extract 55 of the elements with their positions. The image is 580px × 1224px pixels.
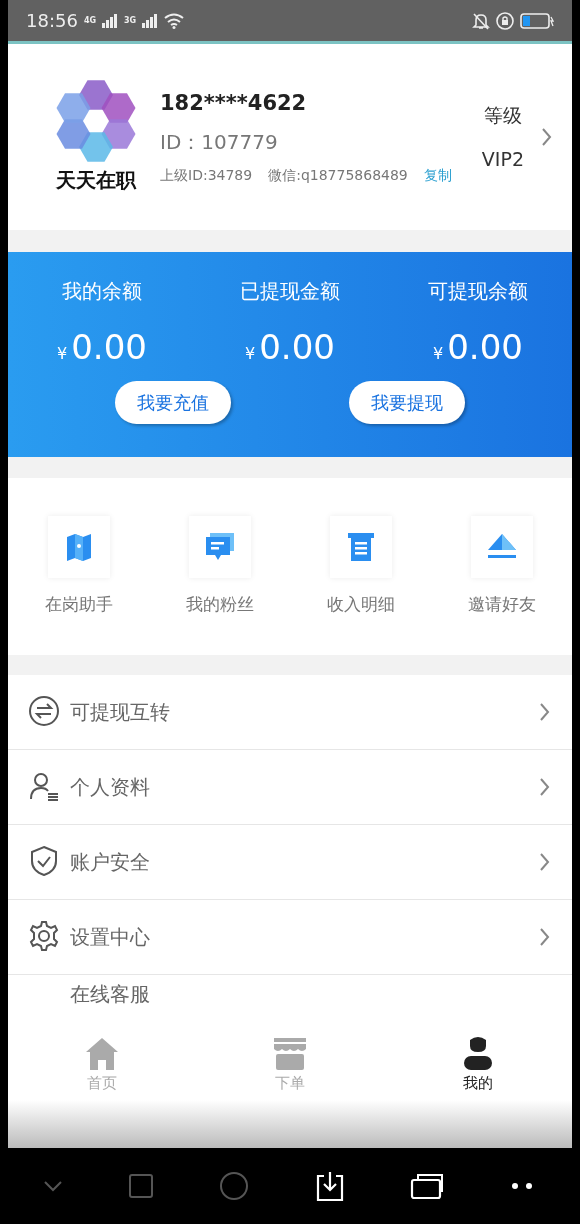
window-icon[interactable] xyxy=(409,1172,444,1200)
battery-icon xyxy=(520,11,554,30)
circle-icon[interactable] xyxy=(219,1171,250,1201)
chevron-right-icon[interactable] xyxy=(540,126,552,148)
muted-bell-icon xyxy=(472,11,490,30)
action-button[interactable]: 我要提现 xyxy=(349,381,465,424)
parent-id: 上级ID:34789 xyxy=(160,166,253,186)
shortcut-tile[interactable] xyxy=(470,515,533,578)
shortcut-label: 我的粉丝 xyxy=(185,592,254,616)
balance-amount: 0.00 xyxy=(71,327,147,367)
signal-icon xyxy=(142,13,159,28)
balance-amount: 0.00 xyxy=(447,327,523,367)
chevron-right-icon xyxy=(538,926,550,948)
square-icon[interactable] xyxy=(128,1173,154,1199)
transfer-icon xyxy=(28,695,62,729)
balance-label: 已提现金额 xyxy=(239,278,341,305)
chevron-right-icon xyxy=(538,701,550,723)
signal-icon xyxy=(102,13,118,28)
chevron-right-icon xyxy=(538,851,550,873)
wifi-icon xyxy=(164,12,185,29)
currency-sign: ¥ xyxy=(57,344,68,363)
copy-link[interactable]: 复制 xyxy=(423,165,452,187)
clock-time: 18:56 xyxy=(26,9,78,33)
menu-item[interactable]: 设置中心 xyxy=(70,922,530,952)
menu-item[interactable]: 在线客服 xyxy=(70,979,550,1009)
phone-number: 182****4622 xyxy=(160,89,308,117)
vip-level: VIP2 xyxy=(481,147,524,172)
home-icon xyxy=(84,1035,120,1072)
action-button[interactable]: 我要充值 xyxy=(115,381,231,424)
shortcut-tile[interactable] xyxy=(188,515,251,578)
menu-item[interactable]: 个人资料 xyxy=(70,772,530,802)
chevron-down-icon[interactable] xyxy=(42,1180,63,1192)
currency-sign: ¥ xyxy=(433,344,444,363)
tab-item[interactable]: 我的 xyxy=(423,1030,533,1100)
shortcut-label: 收入明细 xyxy=(326,592,395,616)
network-label: 3G xyxy=(124,14,137,27)
currency-sign: ¥ xyxy=(245,344,256,363)
user-id: ID：107779 xyxy=(160,129,279,157)
storefront-icon xyxy=(272,1035,308,1072)
menu-item[interactable]: 可提现互转 xyxy=(70,697,530,727)
chevron-right-icon xyxy=(538,776,550,798)
lock-icon xyxy=(496,11,514,30)
wechat-id: 微信:q18775868489 xyxy=(268,166,408,186)
level-label: 等级 xyxy=(483,102,522,128)
shortcut-tile[interactable] xyxy=(329,515,392,578)
shortcut-label: 邀请好友 xyxy=(467,592,536,616)
download-icon[interactable] xyxy=(314,1170,345,1202)
shortcut-label: 在岗助手 xyxy=(44,592,113,616)
balance-amount: 0.00 xyxy=(259,327,335,367)
shortcut-tile[interactable] xyxy=(47,515,110,578)
balance-label: 可提现余额 xyxy=(427,278,529,305)
logo-text: 天天在职 xyxy=(56,167,136,194)
menu-item[interactable]: 账户安全 xyxy=(70,847,530,877)
balance-label: 我的余额 xyxy=(61,278,143,305)
network-label: 4G xyxy=(83,14,96,27)
